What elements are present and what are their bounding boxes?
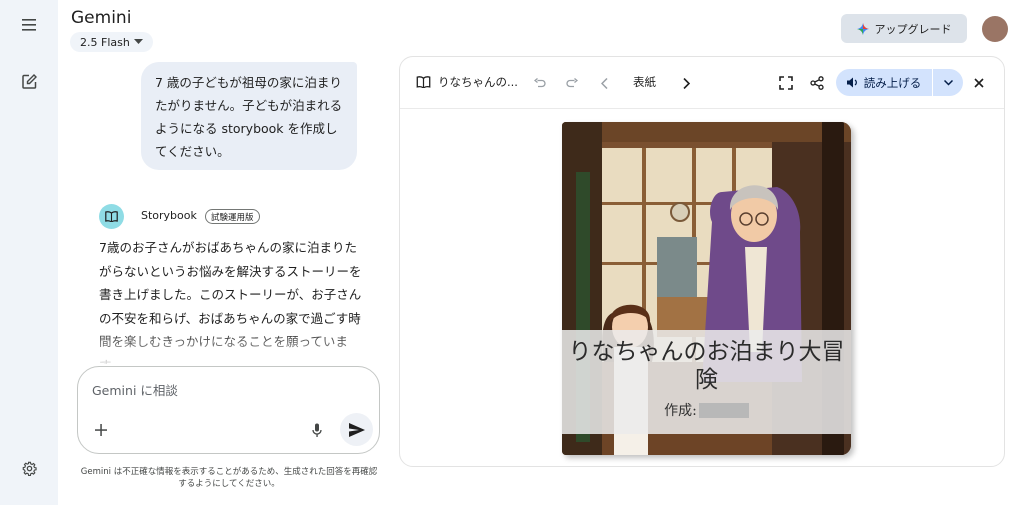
undo-icon <box>534 77 546 87</box>
upgrade-label: アップグレード <box>874 22 952 36</box>
document-title[interactable]: りなちゃんの... <box>438 74 518 90</box>
previous-page-button[interactable] <box>594 73 614 93</box>
plus-icon <box>95 424 107 436</box>
chevron-left-icon <box>600 77 608 89</box>
settings-button[interactable] <box>16 455 42 481</box>
app-title: Gemini <box>71 8 132 28</box>
chevron-down-icon <box>943 79 953 86</box>
new-chat-icon <box>21 73 37 89</box>
next-page-button[interactable] <box>676 73 696 93</box>
share-button[interactable] <box>807 73 827 93</box>
upgrade-button[interactable]: アップグレード <box>841 14 967 43</box>
experimental-badge: 試験運用版 <box>205 209 260 224</box>
read-aloud-label: 読み上げる <box>863 75 922 90</box>
settings-icon <box>22 461 37 476</box>
avatar[interactable] <box>982 16 1008 42</box>
disclaimer-text: Gemini は不正確な情報を表示することがあるため、生成された回答を再確認する… <box>80 467 378 489</box>
fullscreen-icon <box>779 76 793 90</box>
storybook-panel: りなちゃんの... 表紙 読み上げる りなちゃんのお泊まり大冒険 作成: <box>399 56 1005 467</box>
menu-button[interactable] <box>16 12 42 38</box>
share-icon <box>810 76 824 90</box>
sparkle-icon <box>856 22 869 35</box>
book-icon <box>105 211 118 222</box>
chevron-down-icon <box>133 39 143 44</box>
prompt-input[interactable] <box>92 379 362 401</box>
send-icon <box>348 422 365 437</box>
close-icon <box>974 78 984 88</box>
user-message: 7 歳の子どもが祖母の家に泊まりたがりません。子どもが泊まれるようになる sto… <box>141 62 357 170</box>
storybook-icon <box>99 204 124 229</box>
side-rail <box>0 0 58 505</box>
page-indicator: 表紙 <box>633 75 656 89</box>
fullscreen-button[interactable] <box>776 73 796 93</box>
book-author-label: 作成: <box>664 403 697 419</box>
book-title-band: りなちゃんのお泊まり大冒険 作成: <box>562 330 851 434</box>
model-label: 2.5 Flash <box>80 35 130 49</box>
book-cover[interactable]: りなちゃんのお泊まり大冒険 作成: <box>562 122 851 455</box>
response-fade-overlay <box>90 330 380 370</box>
speaker-icon <box>846 77 857 88</box>
book-title: りなちゃんのお泊まり大冒険 <box>568 339 845 393</box>
microphone-button[interactable] <box>306 419 328 441</box>
response-source-name: Storybook <box>141 209 197 222</box>
new-chat-button[interactable] <box>16 68 42 94</box>
undo-button[interactable] <box>530 73 550 93</box>
doc-icon-wrap <box>414 74 432 90</box>
book-author: 作成: <box>562 400 851 420</box>
send-button[interactable] <box>340 413 373 446</box>
menu-icon <box>22 19 36 31</box>
book-icon <box>416 76 430 88</box>
read-aloud-button[interactable]: 読み上げる <box>836 69 932 96</box>
prompt-box <box>77 366 380 454</box>
chevron-right-icon <box>682 77 690 89</box>
redo-icon <box>566 77 578 87</box>
add-button[interactable] <box>90 419 112 441</box>
panel-toolbar: りなちゃんの... 表紙 読み上げる <box>400 57 1004 109</box>
author-name-redacted <box>698 402 749 418</box>
close-button[interactable] <box>969 73 989 93</box>
read-aloud-options-button[interactable] <box>933 69 963 96</box>
mic-icon <box>312 423 322 437</box>
model-selector[interactable]: 2.5 Flash <box>70 32 153 52</box>
redo-button[interactable] <box>562 73 582 93</box>
